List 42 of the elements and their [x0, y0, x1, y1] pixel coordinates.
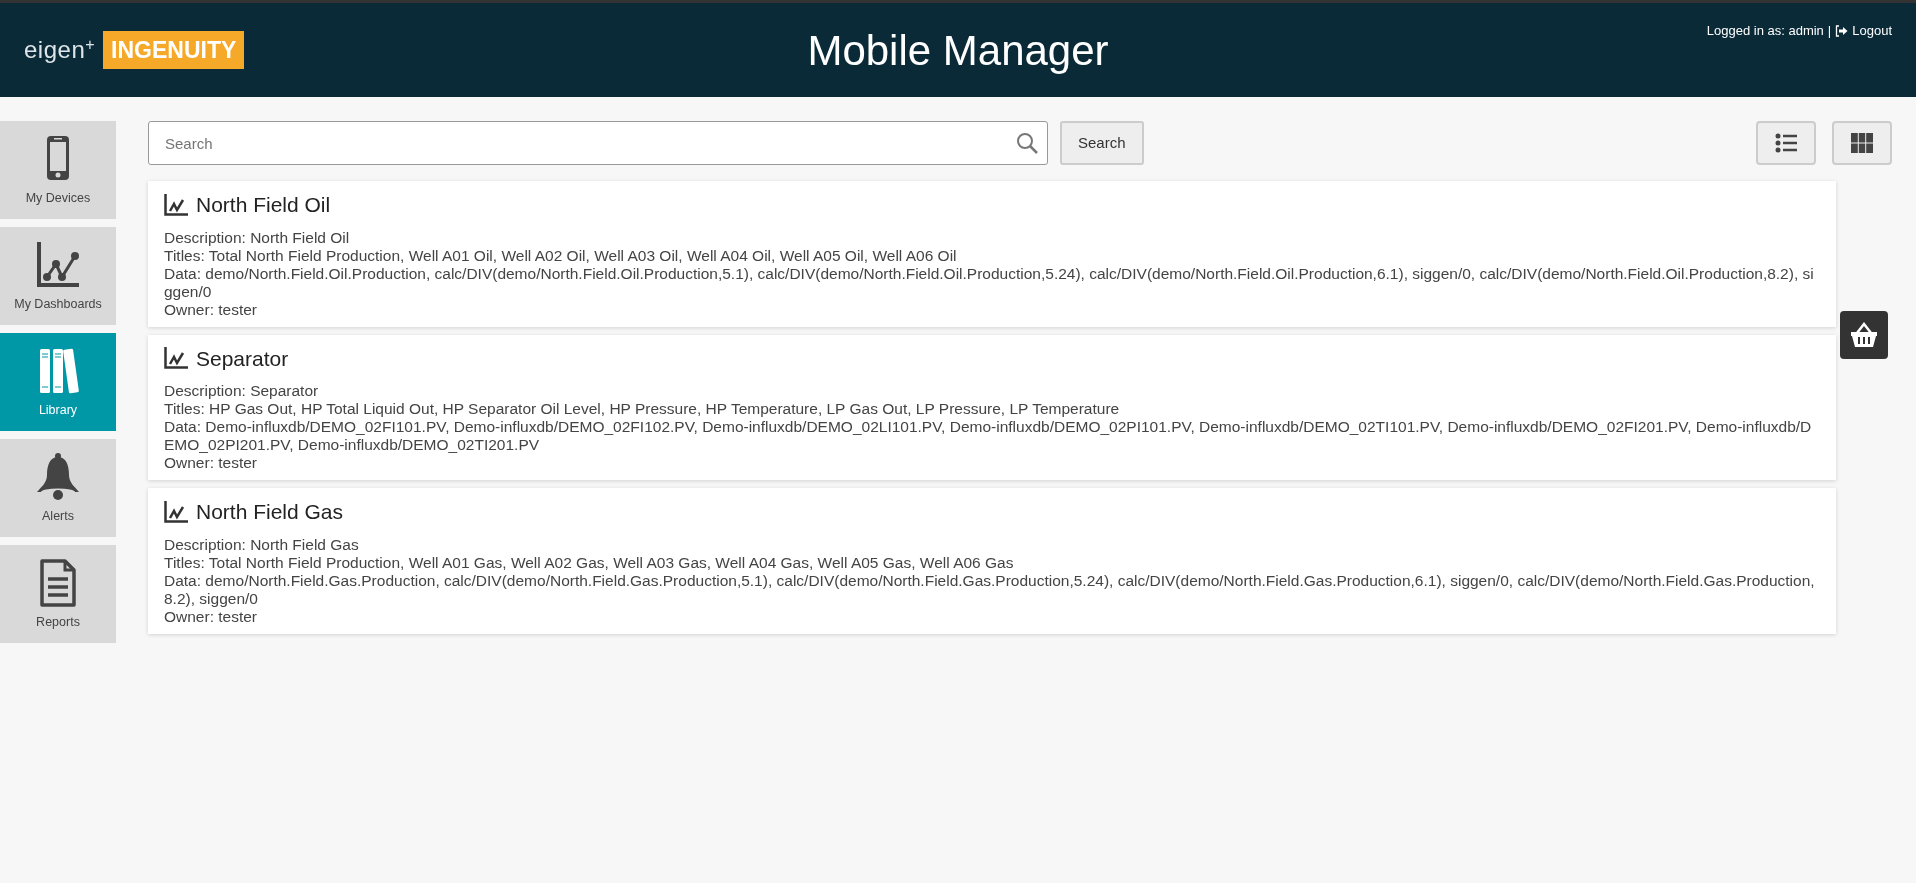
search-field[interactable]: Search [148, 121, 1048, 165]
item-detail: Data: demo/North.Field.Gas.Production, calc/DIV(demo/North.Field.Gas.Production,5.1), calc/DIV(demo/North.Field.Gas.Production,5.24), calc/DIV(demo/North.Field.Gas.Production,6.1), siggen/0, calc/DIV(demo/North.Field.Gas.Production,8.2), siggen/0 [164, 571, 1816, 608]
item-detail: Owner: tester [164, 300, 259, 319]
search-icon [1016, 132, 1038, 154]
sidebar-item[interactable]: Library [0, 333, 116, 431]
item-card[interactable] [148, 181, 1836, 327]
view-toggle-button[interactable] [1832, 121, 1892, 165]
separator-text: | [1827, 22, 1832, 40]
item-detail: Description: Separator [164, 382, 320, 400]
item-title: Separator [196, 345, 289, 372]
logo-badge: INGENUITY [103, 30, 245, 70]
item-detail: Owner: tester [164, 454, 259, 472]
item-detail: Data: Demo-influxdb/DEMO_02FI101.PV, Demo-influxdb/DEMO_02FI102.PV, Demo-influxdb/DEMO_02LI101.PV, Demo-influxdb/DEMO_02PI101.PV, Demo-influxdb/DEMO_02TI101.PV, Demo-influxdb/DEMO_02FI201.PV, Demo-influxdb/DEMO_02PI201.PV, Demo-influxdb/DEMO_02TI201.PV [164, 418, 1813, 454]
logout-link[interactable]: Logout [1835, 21, 1892, 41]
item-detail: Titles: Total North Field Production, Well A01 Oil, Well A02 Oil, Well A03 Oil, Well A04 Oil, Well A05 Oil, Well A06 Oil [164, 246, 958, 265]
item-detail: Titles: HP Gas Out, HP Total Liquid Out, HP Separator Oil Level, HP Pressure, HP Temperature, LP Gas Out, LP Pressure, LP Temperature [164, 400, 1121, 418]
line-chart-icon [164, 347, 188, 370]
basket-icon [1850, 322, 1878, 348]
item-detail: Description: North Field Oil [164, 228, 351, 247]
item-detail: Owner: tester [164, 607, 259, 626]
logo-text: eigen$^{+}$ [24, 35, 96, 65]
item-title: North Field Oil [196, 192, 331, 218]
sidebar-item[interactable]: Reports [0, 545, 116, 643]
item-detail: Titles: Total North Field Production, Well A01 Gas, Well A02 Gas, Well A03 Gas, Well A04 Gas, Well A05 Gas, Well A06 Gas [164, 553, 1015, 572]
app-title: Mobile Manager [807, 26, 1109, 74]
item-title: North Field Gas [196, 499, 344, 525]
line-chart-icon [164, 193, 188, 216]
item-card[interactable] [148, 334, 1836, 480]
sidebar-item[interactable]: My Dashboards [0, 227, 116, 325]
item-detail: Description: North Field Gas [164, 535, 360, 554]
item-detail: Data: demo/North.Field.Oil.Production, calc/DIV(demo/North.Field.Oil.Production,5.1), calc/DIV(demo/North.Field.Oil.Production,5.24), calc/DIV(demo/North.Field.Oil.Production,6.1), siggen/0, calc/DIV(demo/North.Field.Oil.Production,8.2), siggen/0 [164, 264, 1815, 301]
search-button[interactable]: Search [1060, 121, 1144, 165]
line-chart-icon [164, 500, 188, 523]
view-toggle-button[interactable] [1756, 121, 1816, 165]
user-label: Logged in as: admin [1706, 22, 1824, 40]
grid-view-icon [1850, 132, 1874, 154]
item-card[interactable] [148, 488, 1836, 634]
list-view-icon [1774, 132, 1798, 154]
sidebar-item[interactable]: My Devices [0, 121, 116, 219]
logout-icon [1835, 24, 1849, 37]
basket-button[interactable] [1840, 311, 1888, 359]
sidebar-item[interactable]: Alerts [0, 439, 116, 537]
